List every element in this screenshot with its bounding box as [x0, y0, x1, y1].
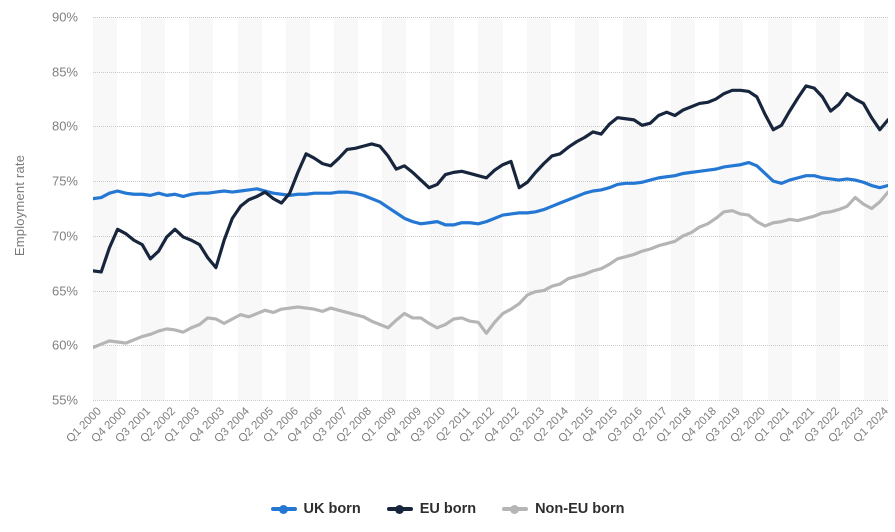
y-tick-label: 60% [51, 337, 78, 353]
series-line-non-eu-born [93, 192, 888, 347]
y-tick-label: 70% [51, 228, 78, 244]
x-axis-tick-labels: Q1 2000 Q4 2000 Q3 2001 Q2 2002 Q1 2003 Q4 20… [64, 404, 890, 484]
y-tick-label: 65% [51, 283, 78, 299]
legend-item-label: UK born [303, 501, 361, 517]
legend-marker-icon [270, 503, 297, 515]
series-lines [93, 17, 888, 400]
legend-item-eu-born[interactable]: EU born [386, 501, 477, 517]
legend-item-label: EU born [419, 501, 477, 517]
plot-area [93, 17, 888, 401]
chart-legend: UK born EU born Non-EU born [0, 494, 895, 524]
y-tick-label: 85% [51, 64, 78, 80]
employment-rate-line-chart: Employment rate 55% 60% 65% 70% 75% 80% 85% 90%… [0, 0, 895, 532]
y-tick-label: 75% [51, 173, 78, 189]
legend-item-non-eu-born[interactable]: Non-EU born [502, 501, 624, 517]
y-axis-title: Employment rate [0, 0, 40, 410]
y-tick-label: 55% [51, 392, 78, 408]
legend-item-label: Non-EU born [535, 501, 625, 517]
y-tick-label: 80% [51, 118, 78, 134]
legend-marker-icon [502, 503, 529, 515]
legend-marker-icon [386, 503, 413, 515]
y-tick-label: 90% [51, 9, 78, 25]
y-axis-title-label: Employment rate [12, 154, 28, 256]
legend-item-uk-born[interactable]: UK born [270, 501, 361, 517]
gridline [93, 400, 888, 401]
